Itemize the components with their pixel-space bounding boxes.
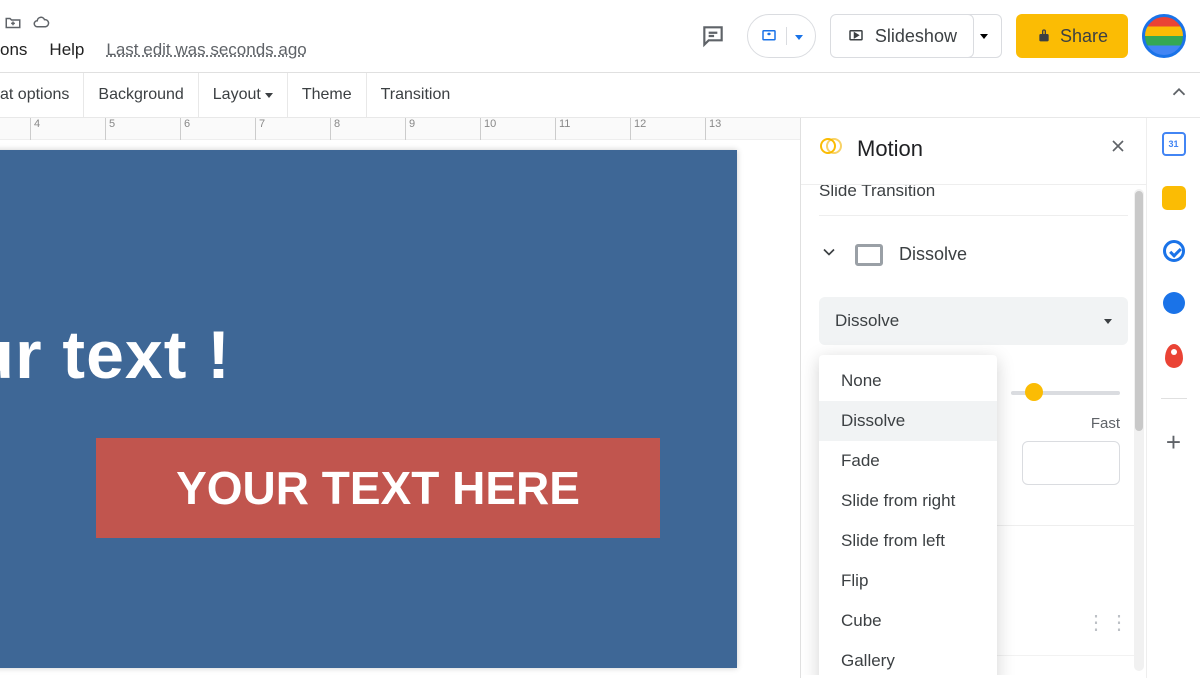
caret-down-icon	[1104, 319, 1112, 324]
collapse-toolbar-icon[interactable]	[1168, 81, 1190, 108]
transition-option[interactable]: Flip	[819, 561, 997, 601]
last-edit-link[interactable]: Last edit was seconds ago	[106, 40, 306, 60]
contacts-addon-icon[interactable]	[1163, 292, 1185, 314]
menu-help[interactable]: Help	[49, 40, 84, 60]
section-slide-transition: Slide Transition	[819, 185, 1128, 216]
tool-layout[interactable]: Layout	[199, 73, 288, 117]
ruler-tick: 11	[555, 118, 570, 140]
cloud-saved-icon	[32, 14, 50, 32]
transition-option[interactable]: Slide from left	[819, 521, 997, 561]
transition-option[interactable]: Cube	[819, 601, 997, 641]
tool-theme[interactable]: Theme	[288, 73, 367, 117]
motion-panel: Motion Slide Transition Dissolve Dissolv…	[800, 118, 1146, 678]
get-addons-icon[interactable]: +	[1166, 429, 1181, 455]
tool-background-label: Background	[98, 86, 183, 104]
tool-format-options-label: at options	[0, 86, 69, 104]
scrollbar-thumb[interactable]	[1135, 191, 1143, 431]
slideshow-caret[interactable]	[968, 14, 1002, 58]
present-button-split[interactable]	[747, 14, 816, 58]
share-button[interactable]: Share	[1016, 14, 1128, 58]
calendar-addon-icon[interactable]	[1162, 132, 1186, 156]
transition-dropdown-value: Dissolve	[835, 311, 899, 331]
present-caret-icon[interactable]	[786, 27, 803, 45]
menu-addons[interactable]: ons	[0, 40, 27, 60]
addon-sidebar: +	[1146, 118, 1200, 678]
ruler-tick: 5	[105, 118, 115, 140]
slide-thumbnail-icon	[855, 244, 883, 266]
ruler-tick: 4	[30, 118, 40, 140]
transition-dropdown-menu: NoneDissolveFadeSlide from rightSlide fr…	[819, 355, 997, 675]
slide-cta-text: YOUR TEXT HERE	[176, 461, 580, 515]
transition-dropdown[interactable]: Dissolve	[819, 297, 1128, 345]
account-avatar[interactable]	[1142, 14, 1186, 58]
motion-icon	[819, 134, 843, 164]
chevron-down-icon	[819, 242, 839, 267]
maps-addon-icon[interactable]	[1165, 344, 1183, 368]
motion-title: Motion	[857, 136, 923, 162]
slide-canvas[interactable]: our text ! & YOUR TEXT HERE	[0, 150, 737, 668]
slideshow-button[interactable]: Slideshow	[830, 14, 974, 58]
transition-option[interactable]: Fade	[819, 441, 997, 481]
close-icon[interactable]	[1108, 136, 1128, 162]
share-label: Share	[1060, 26, 1108, 47]
ruler-tick: 10	[480, 118, 496, 140]
ruler-tick: 9	[405, 118, 415, 140]
keep-addon-icon[interactable]	[1162, 186, 1186, 210]
transition-option[interactable]: Dissolve	[819, 401, 997, 441]
slideshow-label: Slideshow	[875, 26, 957, 47]
tool-transition-label: Transition	[381, 86, 451, 104]
current-effect-row[interactable]: Dissolve	[819, 216, 1128, 297]
transition-option[interactable]: None	[819, 361, 997, 401]
ruler-tick: 12	[630, 118, 646, 140]
tool-theme-label: Theme	[302, 86, 352, 104]
panel-scrollbar[interactable]	[1134, 189, 1144, 671]
transition-option[interactable]: Slide from right	[819, 481, 997, 521]
tool-format-options[interactable]: at options	[0, 73, 84, 117]
tool-layout-label: Layout	[213, 86, 261, 104]
ruler-tick: 13	[705, 118, 721, 140]
apply-to-all-button[interactable]	[1022, 441, 1120, 485]
addon-divider	[1161, 398, 1187, 399]
slider-thumb[interactable]	[1025, 383, 1043, 401]
transition-option[interactable]: Gallery	[819, 641, 997, 675]
slide-cta-box[interactable]: YOUR TEXT HERE	[96, 438, 660, 538]
drag-handle-icon[interactable]: ⋮⋮	[1086, 610, 1132, 635]
slide-heading-text[interactable]: our text !	[0, 316, 231, 394]
ruler-tick: 8	[330, 118, 340, 140]
caret-down-icon	[265, 93, 273, 98]
current-effect-label: Dissolve	[899, 244, 967, 265]
tool-transition[interactable]: Transition	[367, 73, 465, 117]
ruler-tick: 6	[180, 118, 190, 140]
tool-background[interactable]: Background	[84, 73, 198, 117]
slider-fast-label: Fast	[1091, 415, 1120, 432]
comments-icon[interactable]	[693, 16, 733, 56]
ruler-tick: 7	[255, 118, 265, 140]
transition-speed-slider[interactable]: Fast	[1011, 375, 1120, 415]
tasks-addon-icon[interactable]	[1163, 240, 1185, 262]
move-to-folder-icon[interactable]	[4, 14, 22, 32]
horizontal-ruler: 4 5 6 7 8 9 10 11 12 13	[0, 118, 800, 140]
